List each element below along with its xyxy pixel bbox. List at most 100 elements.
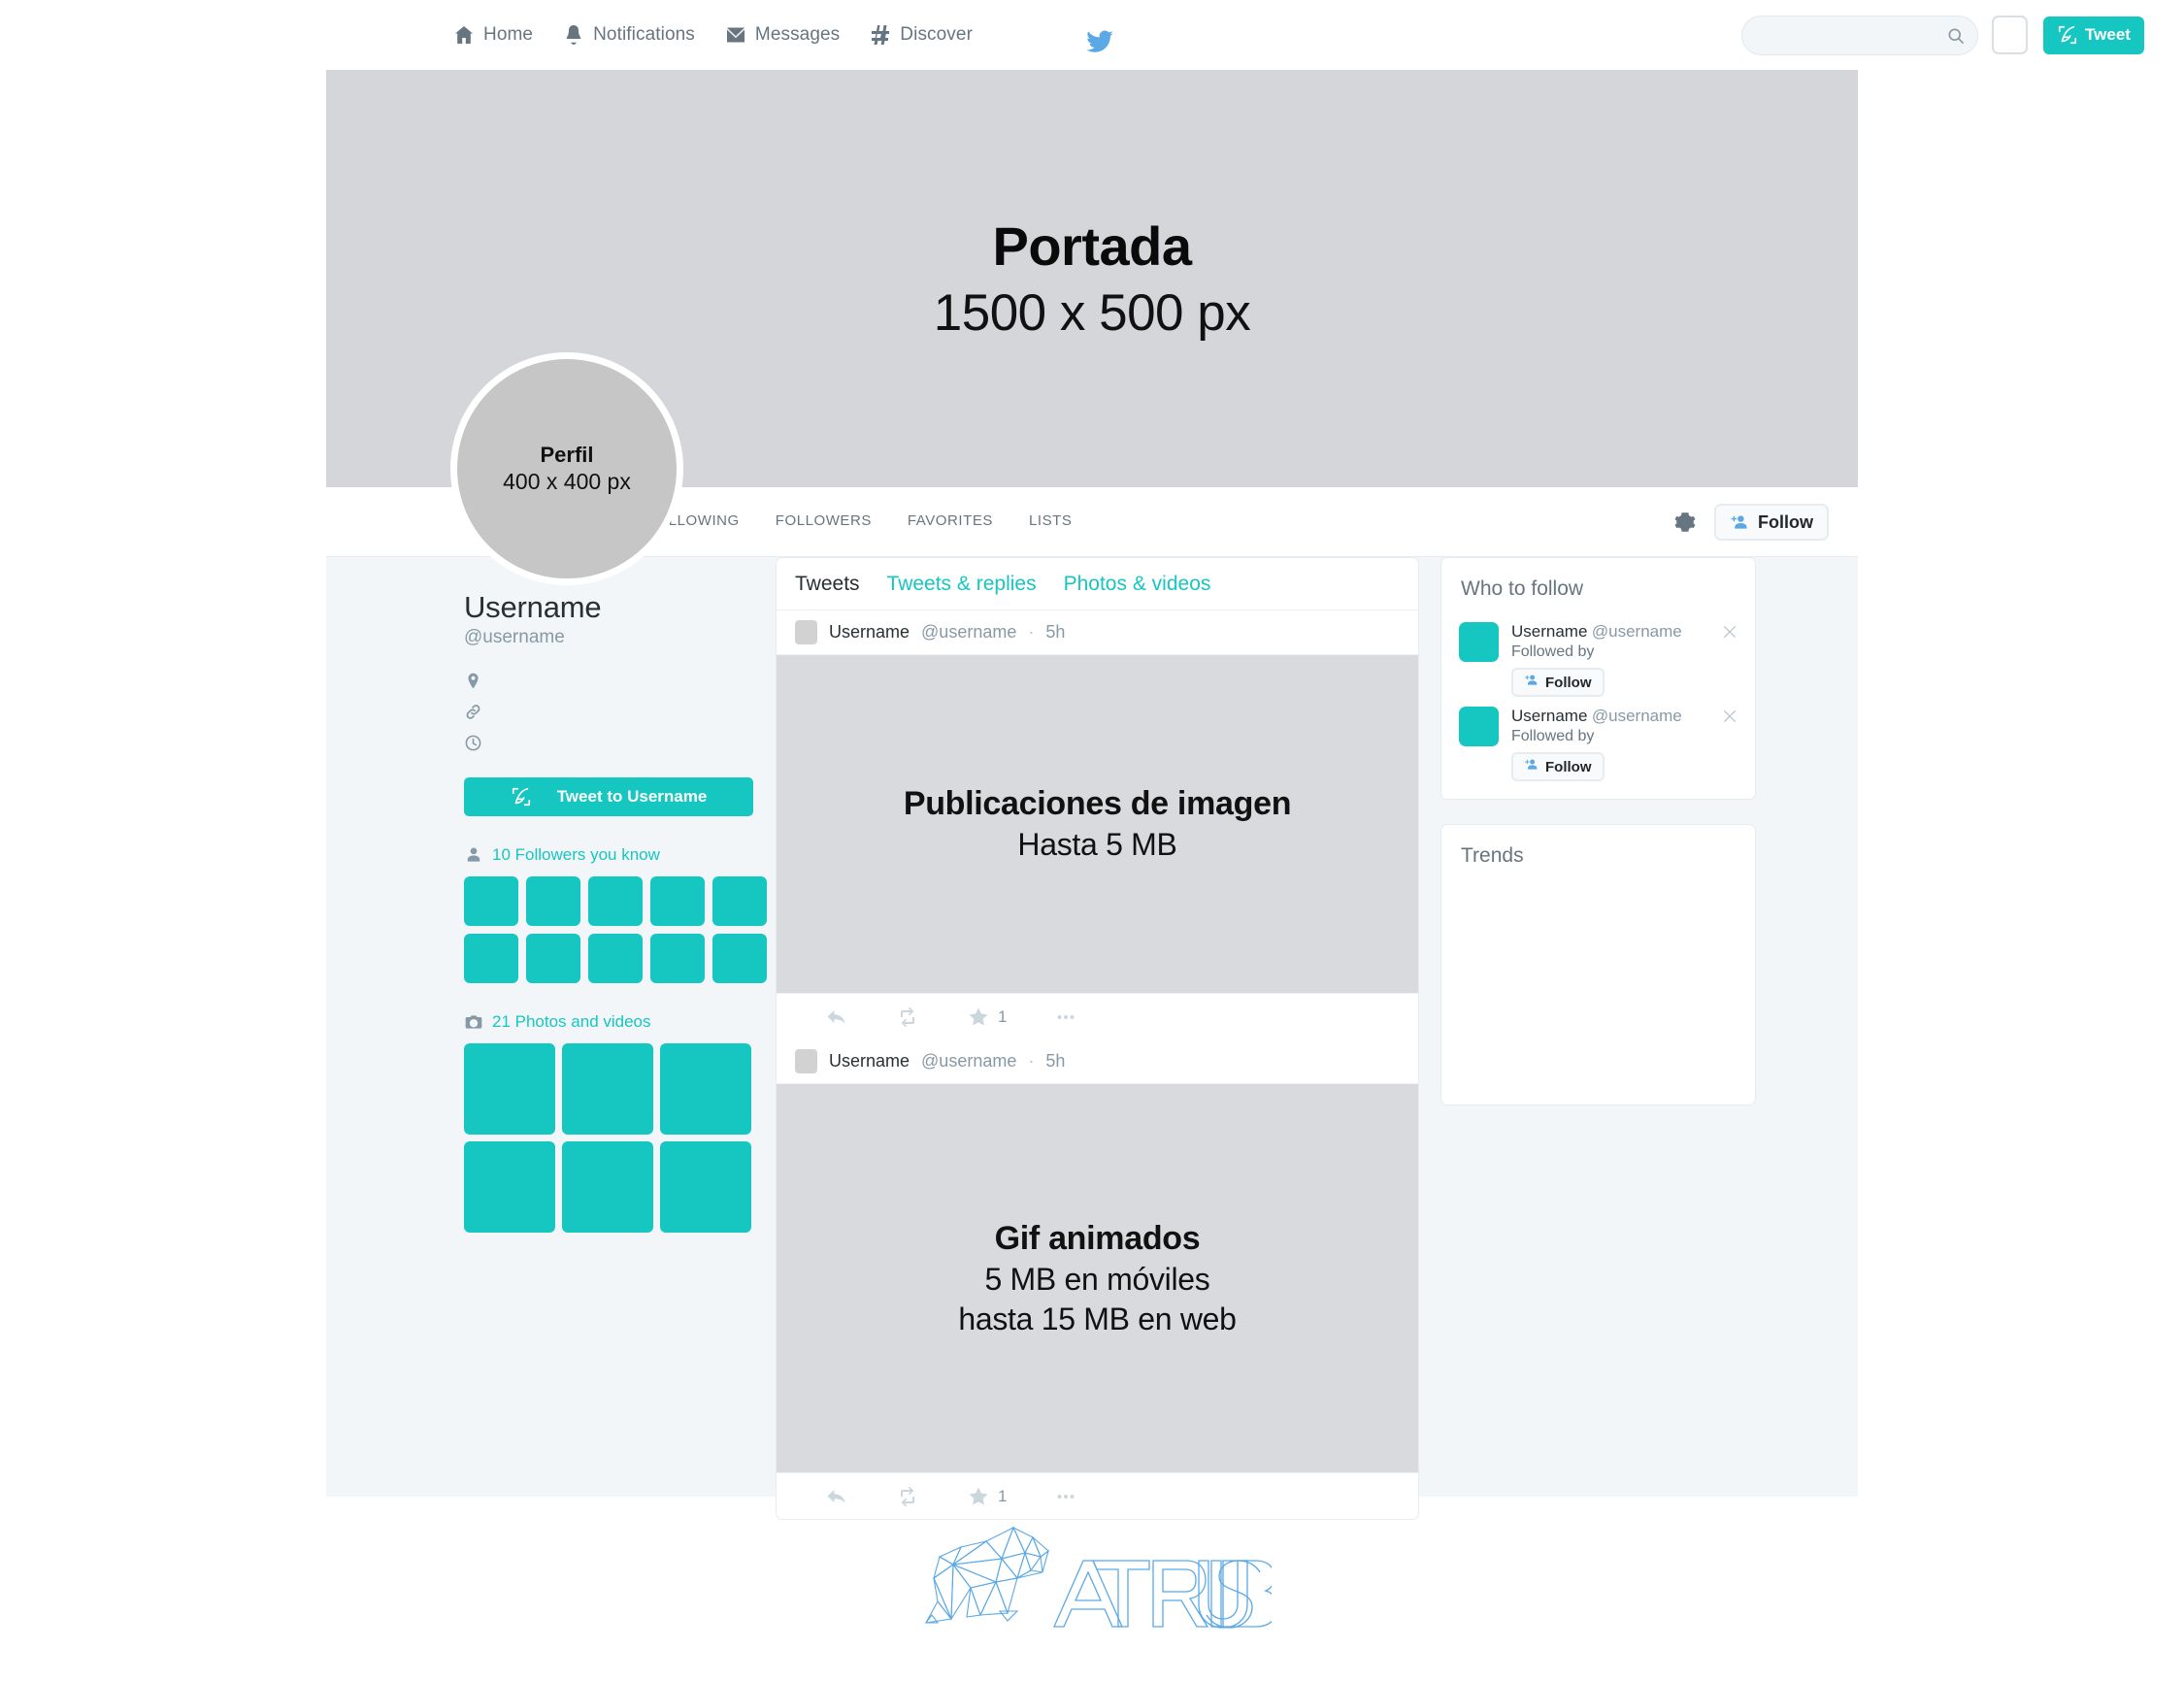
reply-icon[interactable]: [825, 1005, 848, 1029]
star-icon: [969, 1007, 988, 1025]
profile-meta-rows: [464, 672, 753, 752]
tweet-media-placeholder[interactable]: Publicaciones de imagen Hasta 5 MB: [777, 655, 1418, 993]
follower-thumb[interactable]: [526, 934, 580, 983]
list-item: Username @username Followed by Follow: [1459, 697, 1737, 781]
tweet-media-title: Gif animados: [994, 1219, 1201, 1257]
followers-thumbnail-grid: [464, 876, 767, 983]
suggestion-follow-label: Follow: [1545, 758, 1592, 775]
avatar[interactable]: [795, 1049, 817, 1073]
cover-subtitle: 1500 x 500 px: [933, 284, 1251, 342]
follower-thumb[interactable]: [588, 934, 643, 983]
tweet-button[interactable]: Tweet: [2043, 16, 2144, 54]
tweet-to-username-button[interactable]: Tweet to Username: [464, 777, 753, 816]
photo-thumb[interactable]: [464, 1141, 555, 1233]
stream-tab-tweets[interactable]: Tweets: [795, 573, 860, 596]
reply-icon[interactable]: [825, 1485, 848, 1508]
suggestion-name[interactable]: Username: [1511, 707, 1587, 725]
photos-and-videos-label: 21 Photos and videos: [492, 1012, 651, 1031]
profile-picture-title: Perfil: [540, 443, 594, 467]
tweet-timestamp[interactable]: 5h: [1045, 1051, 1065, 1071]
tab-followers[interactable]: FOLLOWERS: [776, 512, 872, 529]
list-item: Username @username Followed by Follow: [1459, 612, 1737, 697]
follower-thumb[interactable]: [464, 876, 518, 926]
retweet-icon[interactable]: [896, 1485, 919, 1508]
follower-thumb[interactable]: [526, 876, 580, 926]
tweet-separator: ·: [1028, 622, 1035, 642]
table-row: Username @username · 5h Gif animados 5 M…: [777, 1039, 1418, 1519]
nav-item-messages[interactable]: Messages: [724, 23, 840, 47]
tweet-author-handle[interactable]: @username: [921, 1051, 1016, 1071]
location-pin-icon: [464, 672, 482, 690]
follower-thumb[interactable]: [712, 876, 767, 926]
profile-picture-placeholder[interactable]: Perfil 400 x 400 px: [450, 352, 683, 585]
avatar[interactable]: [1459, 622, 1499, 662]
favorite-count: 1: [998, 1486, 1008, 1505]
stream-tab-tweets-replies[interactable]: Tweets & replies: [887, 573, 1037, 596]
tweet-media-placeholder[interactable]: Gif animados 5 MB en móviles hasta 15 MB…: [777, 1084, 1418, 1472]
suggestion-name[interactable]: Username: [1511, 622, 1587, 641]
suggestion-follow-button[interactable]: Follow: [1511, 752, 1605, 781]
envelope-icon: [724, 23, 747, 47]
twitter-bird-icon[interactable]: [1085, 27, 1114, 52]
suggestion-handle[interactable]: @username: [1592, 622, 1682, 641]
avatar[interactable]: [1459, 707, 1499, 746]
profile-body: Username @username Tweet to Username 10 …: [326, 557, 1858, 1520]
gear-icon[interactable]: [1672, 510, 1698, 535]
photo-thumb[interactable]: [660, 1141, 751, 1233]
favorite-icon[interactable]: 1: [967, 1485, 1007, 1508]
photos-and-videos-header[interactable]: 21 Photos and videos: [464, 1012, 753, 1032]
favorite-icon[interactable]: 1: [967, 1005, 1007, 1029]
search-box[interactable]: [1741, 15, 1978, 55]
follower-thumb[interactable]: [712, 934, 767, 983]
account-avatar[interactable]: [1992, 16, 2028, 54]
suggestion-handle[interactable]: @username: [1592, 707, 1682, 725]
tweet-to-username-label: Tweet to Username: [556, 787, 708, 806]
photo-thumb[interactable]: [562, 1043, 653, 1135]
follower-thumb[interactable]: [588, 876, 643, 926]
stream-tab-photos-videos[interactable]: Photos & videos: [1064, 573, 1211, 596]
follower-thumb[interactable]: [650, 934, 705, 983]
retweet-icon[interactable]: [896, 1005, 919, 1029]
home-icon: [452, 23, 476, 47]
close-icon[interactable]: [1722, 709, 1737, 724]
cover-title: Portada: [992, 215, 1193, 277]
follower-thumb[interactable]: [650, 876, 705, 926]
search-input[interactable]: [1742, 16, 1977, 54]
photo-thumb[interactable]: [562, 1141, 653, 1233]
tweet-media-title: Publicaciones de imagen: [903, 785, 1292, 822]
avatar[interactable]: [795, 620, 817, 644]
nav-item-notifications[interactable]: Notifications: [562, 23, 695, 47]
tweet-author-name[interactable]: Username: [829, 1051, 910, 1071]
tweet-action-bar: 1: [777, 1472, 1418, 1519]
follow-button[interactable]: Follow: [1714, 504, 1829, 541]
tweet-timestamp[interactable]: 5h: [1045, 622, 1065, 643]
tweet-separator: ·: [1028, 1051, 1035, 1071]
quill-icon: [511, 786, 532, 808]
more-dots-icon[interactable]: [1054, 1005, 1077, 1029]
link-icon: [464, 703, 482, 721]
nav-item-discover[interactable]: Discover: [869, 23, 973, 47]
followers-you-know-header[interactable]: 10 Followers you know: [464, 845, 753, 865]
tab-favorites-label: FAVORITES: [907, 512, 993, 529]
page-root: Home Notifications Messages Discover Twe…: [0, 0, 2184, 1681]
photo-thumb[interactable]: [660, 1043, 751, 1135]
tweet-header: Username @username · 5h: [777, 610, 1418, 655]
who-to-follow-list: Username @username Followed by Follow Us…: [1441, 601, 1755, 799]
follower-thumb[interactable]: [464, 934, 518, 983]
tab-favorites[interactable]: FAVORITES: [908, 512, 993, 529]
suggestion-follow-button[interactable]: Follow: [1511, 668, 1605, 697]
tweet-media-subtitle-2: hasta 15 MB en web: [958, 1301, 1237, 1336]
more-dots-icon[interactable]: [1054, 1485, 1077, 1508]
tab-lists[interactable]: LISTS: [1029, 512, 1072, 529]
photo-thumb[interactable]: [464, 1043, 555, 1135]
tweet-author-handle[interactable]: @username: [921, 622, 1016, 643]
nav-item-home[interactable]: Home: [452, 23, 533, 47]
tweet-action-bar: 1: [777, 993, 1418, 1039]
table-row: Username @username · 5h Publicaciones de…: [777, 610, 1418, 1039]
tweet-author-name[interactable]: Username: [829, 622, 910, 643]
hashtag-icon: [869, 23, 892, 47]
tweet-media-subtitle: 5 MB en móviles: [984, 1261, 1210, 1297]
close-icon[interactable]: [1722, 624, 1737, 640]
photos-thumbnail-grid: [464, 1043, 753, 1233]
tweet-button-label: Tweet: [2085, 25, 2131, 44]
